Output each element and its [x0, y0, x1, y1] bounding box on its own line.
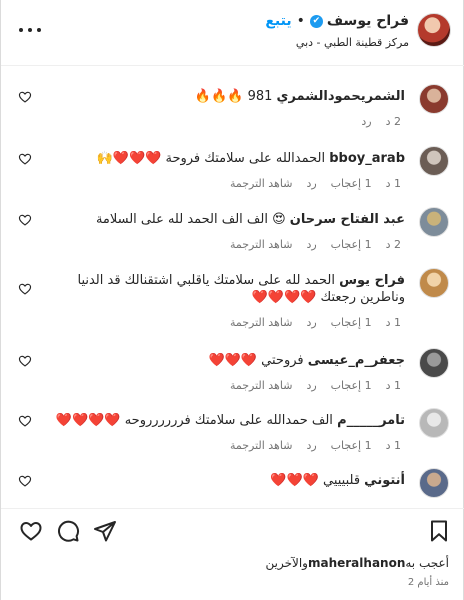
- comment-item: جعفر_م_عيسى فروحتي ❤️❤️❤️ 1 د 1 إعجاب رد شاه…: [1, 344, 464, 402]
- commenter-avatar[interactable]: [419, 268, 449, 298]
- comment-bubble-icon[interactable]: [56, 519, 80, 543]
- comment-item: عبد الفتاح سرحان 😍 الف الف الحمد لله على…: [1, 203, 464, 261]
- comment-meta: 1 د 1 إعجاب رد شاهد الترجمة: [230, 316, 401, 329]
- verified-badge-icon: ✔: [309, 14, 323, 28]
- commenter-avatar[interactable]: [419, 408, 449, 438]
- comment-time: 1 د: [385, 177, 401, 190]
- post-header: فراح يوسف ✔ • يتبع مركز قطينة الطبي - دب…: [1, 0, 464, 66]
- reply-button[interactable]: رد: [361, 115, 371, 128]
- comment-text: أنتوني قلبيييي ❤️❤️❤️: [51, 472, 405, 489]
- comment-body: 981 🔥🔥🔥: [194, 89, 277, 104]
- comment-likes-count[interactable]: 1 إعجاب: [331, 238, 372, 251]
- bookmark-icon[interactable]: [427, 519, 451, 543]
- comment-like-heart-icon[interactable]: [18, 213, 32, 227]
- post-location[interactable]: مركز قطينة الطبي - دبي: [296, 36, 409, 49]
- comment-text: جعفر_م_عيسى فروحتي ❤️❤️❤️: [51, 352, 405, 369]
- paper-plane-icon[interactable]: [93, 519, 117, 543]
- see-translation-button[interactable]: شاهد الترجمة: [230, 238, 293, 251]
- comment-like-heart-icon[interactable]: [18, 474, 32, 488]
- comment-likes-count[interactable]: 1 إعجاب: [331, 316, 372, 329]
- comment-likes-count[interactable]: 1 إعجاب: [331, 439, 372, 452]
- commenter-username[interactable]: تامر_____م: [337, 413, 405, 428]
- see-translation-button[interactable]: شاهد الترجمة: [230, 177, 293, 190]
- heart-outline-icon[interactable]: [19, 519, 43, 543]
- reply-button[interactable]: رد: [306, 316, 316, 329]
- comment-item: تامر_____م الف حمدالله على سلامتك فررررر…: [1, 404, 464, 462]
- post-comments-panel: فراح يوسف ✔ • يتبع مركز قطينة الطبي - دب…: [0, 0, 464, 600]
- comment-meta: 1 د 1 إعجاب رد شاهد الترجمة: [230, 439, 401, 452]
- commenter-avatar[interactable]: [419, 348, 449, 378]
- more-options-button[interactable]: [19, 22, 41, 38]
- comment-like-heart-icon[interactable]: [18, 282, 32, 296]
- comment-body: الف حمدالله على سلامتك فرررررروحه ❤️❤️❤️…: [55, 413, 338, 428]
- author-avatar[interactable]: [417, 13, 451, 47]
- post-timestamp[interactable]: منذ أيام 2: [408, 577, 449, 588]
- comment-meta: 2 د رد: [361, 115, 401, 128]
- comment-time: 2 د: [385, 238, 401, 251]
- comment-meta: 2 د 1 إعجاب رد شاهد الترجمة: [230, 238, 401, 251]
- see-translation-button[interactable]: شاهد الترجمة: [230, 379, 293, 392]
- commenter-username[interactable]: فراح يوس: [339, 273, 405, 288]
- comment-body: فروحتي ❤️❤️❤️: [208, 353, 308, 368]
- comment-text: عبد الفتاح سرحان 😍 الف الف الحمد لله على…: [51, 211, 405, 228]
- comment-text: الشمريحمودالشمري 981 🔥🔥🔥: [51, 88, 405, 105]
- comment-time: 2 د: [385, 115, 401, 128]
- action-bar: [1, 508, 464, 548]
- author-title-row: فراح يوسف ✔ • يتبع: [265, 13, 409, 29]
- commenter-avatar[interactable]: [419, 84, 449, 114]
- likes-prefix: أعجب به: [405, 556, 449, 570]
- see-translation-button[interactable]: شاهد الترجمة: [230, 316, 293, 329]
- comment-meta: 1 د 1 إعجاب رد شاهد الترجمة: [230, 379, 401, 392]
- reply-button[interactable]: رد: [306, 238, 316, 251]
- commenter-avatar[interactable]: [419, 207, 449, 237]
- likes-summary: أعجب بهmaheralhanonوالآخرين: [265, 556, 449, 570]
- commenter-username[interactable]: عبد الفتاح سرحان: [290, 212, 405, 227]
- commenter-username[interactable]: الشمريحمودالشمري: [277, 89, 405, 104]
- commenter-avatar[interactable]: [419, 468, 449, 498]
- commenter-avatar[interactable]: [419, 146, 449, 176]
- comment-text: bboy_arab الحمدالله على سلامتك فروحة ❤️❤…: [51, 150, 405, 167]
- comment-item: الشمريحمودالشمري 981 🔥🔥🔥 2 د رد: [1, 80, 464, 138]
- comment-like-heart-icon[interactable]: [18, 354, 32, 368]
- likes-suffix[interactable]: والآخرين: [265, 556, 308, 570]
- comment-text: فراح يوس الحمد لله على سلامتك ياقلبي اشت…: [51, 272, 405, 306]
- reply-button[interactable]: رد: [306, 439, 316, 452]
- comment-text: تامر_____م الف حمدالله على سلامتك فررررر…: [51, 412, 405, 429]
- comment-item: bboy_arab الحمدالله على سلامتك فروحة ❤️❤…: [1, 142, 464, 200]
- comment-body: الحمدالله على سلامتك فروحة ❤️❤️❤️🙌: [96, 151, 330, 166]
- comment-likes-count[interactable]: 1 إعجاب: [331, 379, 372, 392]
- follow-button[interactable]: يتبع: [265, 13, 291, 29]
- reply-button[interactable]: رد: [306, 177, 316, 190]
- commenter-username[interactable]: جعفر_م_عيسى: [308, 353, 405, 368]
- likes-user[interactable]: maheralhanon: [308, 556, 405, 570]
- comment-like-heart-icon[interactable]: [18, 152, 32, 166]
- commenter-username[interactable]: bboy_arab: [329, 151, 405, 166]
- comment-time: 1 د: [385, 439, 401, 452]
- reply-button[interactable]: رد: [306, 379, 316, 392]
- comment-like-heart-icon[interactable]: [18, 90, 32, 104]
- comment-time: 1 د: [385, 316, 401, 329]
- comment-meta: 1 د 1 إعجاب رد شاهد الترجمة: [230, 177, 401, 190]
- comment-like-heart-icon[interactable]: [18, 414, 32, 428]
- comment-item: فراح يوس الحمد لله على سلامتك ياقلبي اشت…: [1, 264, 464, 329]
- comment-time: 1 د: [385, 379, 401, 392]
- separator-dot: •: [296, 13, 305, 29]
- comment-body: 😍 الف الف الحمد لله على السلامة: [95, 212, 290, 227]
- commenter-username[interactable]: أنتوني: [364, 473, 405, 488]
- comment-body: قلبيييي ❤️❤️❤️: [270, 473, 365, 488]
- author-name[interactable]: فراح يوسف: [327, 13, 409, 29]
- see-translation-button[interactable]: شاهد الترجمة: [230, 439, 293, 452]
- comment-likes-count[interactable]: 1 إعجاب: [331, 177, 372, 190]
